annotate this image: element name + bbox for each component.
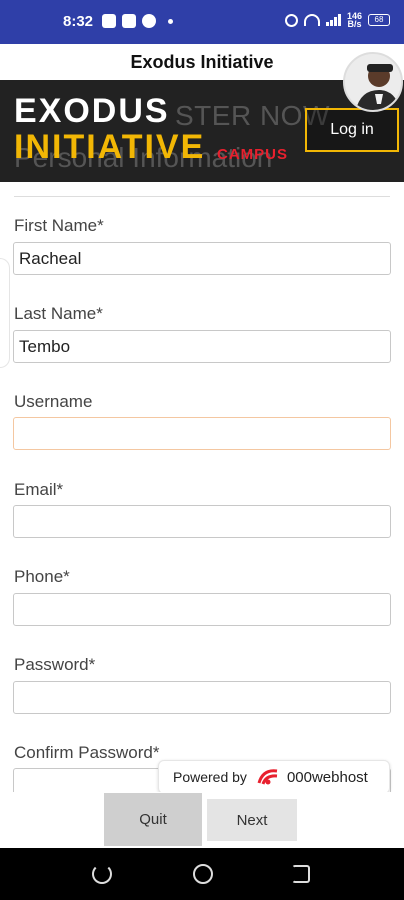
form-actions-bar: [0, 792, 404, 848]
logo-text-campus: CAMPUS: [217, 146, 289, 163]
login-button[interactable]: Log in: [305, 108, 399, 152]
app-title: Exodus Initiative: [130, 52, 274, 72]
phone-input[interactable]: [13, 593, 391, 626]
rotate-back-icon[interactable]: [92, 864, 112, 884]
status-time: 8:32: [63, 13, 94, 30]
email-label: Email*: [14, 480, 64, 499]
webhost-brand-text: 000webhost: [286, 768, 368, 786]
wifi-icon: [303, 14, 320, 26]
more-notifications-icon: [168, 18, 173, 24]
password-input[interactable]: [13, 681, 391, 714]
edge-panel-handle[interactable]: [0, 258, 10, 368]
site-header: STER NOW Personal Information EXODUS INI…: [0, 80, 404, 182]
network-speed: 146 B/s: [346, 11, 362, 29]
back-icon[interactable]: [292, 865, 310, 883]
status-bar: 8:32 146 B/s 68: [0, 0, 404, 44]
messenger-notification-icon: [142, 14, 156, 28]
logo-text-exodus: EXODUS: [14, 92, 170, 130]
email-input[interactable]: [13, 505, 391, 538]
alarm-icon: [284, 13, 298, 27]
message-notification-icon: [122, 14, 136, 28]
username-input[interactable]: [13, 417, 391, 450]
first-name-input[interactable]: Racheal: [13, 242, 391, 275]
home-icon[interactable]: [193, 864, 213, 884]
password-label: Password*: [14, 655, 96, 674]
confirm-password-label: Confirm Password*: [14, 743, 160, 762]
avatar[interactable]: [343, 52, 403, 112]
powered-by-badge[interactable]: Powered by 000webhost: [158, 760, 390, 794]
phone-label: Phone*: [14, 567, 70, 586]
logo-text-initiative: INITIATIVE: [14, 128, 206, 166]
battery-icon: 68: [368, 14, 390, 26]
system-nav-bar: [0, 848, 404, 900]
username-label: Username: [14, 392, 93, 411]
quit-button[interactable]: Quit: [104, 793, 202, 846]
first-name-label: First Name*: [14, 216, 104, 235]
last-name-input[interactable]: Tembo: [13, 330, 391, 363]
section-divider: [14, 196, 390, 197]
next-button[interactable]: Next: [207, 799, 297, 841]
last-name-label: Last Name*: [14, 304, 103, 323]
gallery-notification-icon: [102, 14, 116, 28]
signal-icon: [325, 14, 341, 26]
powered-by-text: Powered by: [173, 769, 247, 785]
webhost-logo-icon: [257, 767, 281, 787]
